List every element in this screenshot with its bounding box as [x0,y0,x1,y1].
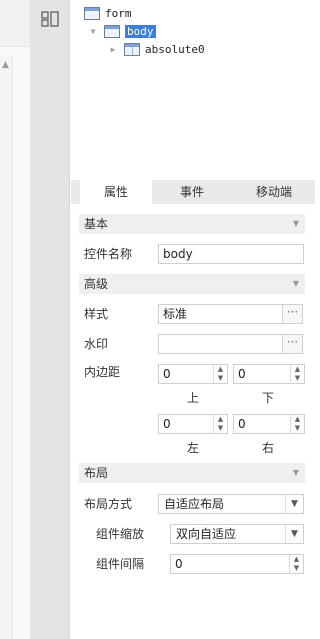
scroll-up-icon[interactable]: ▲ [2,60,9,70]
canvas-top-bar [0,0,30,47]
stepper-arrows[interactable]: ▲ ▼ [213,365,227,383]
widget-name-input[interactable]: body [158,244,304,264]
tab-mobile[interactable]: 移动端 [235,180,313,204]
stepper-arrows[interactable]: ▲ ▼ [289,555,303,573]
chevron-down-icon[interactable]: ▼ [285,495,303,513]
style-label: 样式 [84,307,109,321]
watermark-more-button[interactable]: ··· [283,334,303,354]
absolute-layout-icon [124,42,140,56]
watermark-input[interactable] [158,334,283,354]
spin-up-icon[interactable]: ▲ [214,415,227,424]
chevron-down-icon[interactable]: ▼ [293,274,299,294]
structure-icon[interactable] [41,11,59,27]
stepper-arrows[interactable]: ▲ ▼ [290,415,304,433]
stepper-value: 0 [163,417,171,431]
section-title: 基本 [84,217,109,231]
widget-spacing-stepper[interactable]: 0 ▲ ▼ [170,554,304,574]
padding-label: 内边距 [84,365,121,379]
widget-scale-select[interactable]: 双向自适应 ▼ [170,524,304,544]
spin-up-icon[interactable]: ▲ [290,555,303,564]
section-layout[interactable]: 布局 ▼ [79,463,305,483]
expand-right-icon[interactable]: ▶ [108,45,118,54]
chevron-down-icon[interactable]: ▼ [293,463,299,483]
spin-down-icon[interactable]: ▼ [214,374,227,383]
select-value: 双向自适应 [176,527,237,541]
padding-right-caption: 右 [262,441,275,455]
widget-spacing-label: 组件间隔 [96,557,145,571]
section-title: 布局 [84,466,109,480]
widget-tree: form ▼ body ▶ absolute0 [71,0,315,180]
body-widget-icon [104,24,120,38]
layout-mode-select[interactable]: 自适应布局 ▼ [158,494,304,514]
style-more-button[interactable]: ··· [283,304,303,324]
spin-down-icon[interactable]: ▼ [291,374,304,383]
chevron-down-icon[interactable]: ▼ [285,525,303,543]
tree-node-label: body [125,24,156,38]
padding-bottom-stepper[interactable]: 0 ▲ ▼ [233,364,305,384]
spin-down-icon[interactable]: ▼ [291,424,304,433]
chevron-down-icon[interactable]: ▼ [293,214,299,234]
padding-bottom-caption: 下 [262,391,275,405]
style-input[interactable]: 标准 [158,304,283,324]
property-panel: 基本 ▼ 控件名称 body 高级 ▼ 样式 标准 ··· 水印 ··· 内边距… [71,204,315,639]
stepper-value: 0 [163,367,171,381]
tree-node-form[interactable]: form [84,4,132,22]
padding-right-stepper[interactable]: 0 ▲ ▼ [233,414,305,434]
expand-down-icon[interactable]: ▼ [88,27,98,36]
padding-top-caption: 上 [187,391,200,405]
spin-down-icon[interactable]: ▼ [290,564,303,573]
tool-rail [30,0,70,639]
canvas-scrollbar[interactable]: ▲ [0,56,13,639]
padding-left-caption: 左 [187,441,200,455]
canvas-edge: ▲ [0,0,30,639]
layout-mode-label: 布局方式 [84,497,133,511]
tab-properties[interactable]: 属性 [80,180,152,204]
select-value: 自适应布局 [164,497,225,511]
spin-up-icon[interactable]: ▲ [291,415,304,424]
tree-node-label: form [105,6,132,20]
property-tabs: 属性 事件 移动端 [71,180,315,204]
stepper-value: 0 [238,417,246,431]
padding-top-stepper[interactable]: 0 ▲ ▼ [158,364,228,384]
tree-node-body[interactable]: ▼ body [88,22,156,40]
stepper-value: 0 [238,367,246,381]
stepper-value: 0 [175,557,183,571]
spin-up-icon[interactable]: ▲ [291,365,304,374]
section-advanced[interactable]: 高级 ▼ [79,274,305,294]
form-widget-icon [84,6,100,20]
widget-scale-label: 组件缩放 [96,527,145,541]
spin-down-icon[interactable]: ▼ [214,424,227,433]
section-title: 高级 [84,277,109,291]
tab-events[interactable]: 事件 [155,180,229,204]
spin-up-icon[interactable]: ▲ [214,365,227,374]
section-basic[interactable]: 基本 ▼ [79,214,305,234]
stepper-arrows[interactable]: ▲ ▼ [290,365,304,383]
tree-node-label: absolute0 [145,42,205,56]
watermark-label: 水印 [84,337,109,351]
widget-name-label: 控件名称 [84,247,133,261]
stepper-arrows[interactable]: ▲ ▼ [213,415,227,433]
padding-left-stepper[interactable]: 0 ▲ ▼ [158,414,228,434]
tree-node-absolute0[interactable]: ▶ absolute0 [108,40,205,58]
